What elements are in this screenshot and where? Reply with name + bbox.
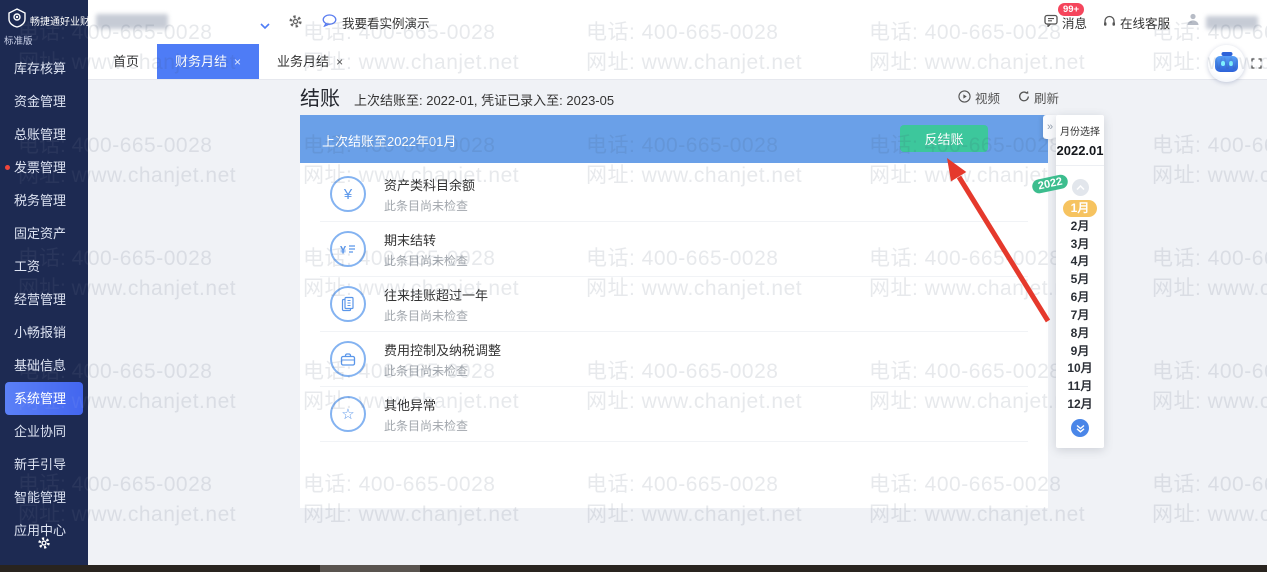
notification-dot (5, 165, 10, 170)
collapse-panel-chevron-icon[interactable]: » (1043, 115, 1057, 139)
app-window: 畅捷通好业财 标准版 库存核算 资金管理 总账管理 发票管理 税务管理 固定资产… (0, 0, 1267, 572)
check-item-expense-tax-adjustment[interactable]: 费用控制及纳税调整 此条目尚未检查 (320, 332, 1028, 387)
month-item-jul[interactable]: 7月 (1063, 307, 1097, 324)
demo-speech-icon (322, 14, 337, 30)
check-item-asset-balance[interactable]: ¥ 资产类科目余额 此条目尚未检查 (320, 167, 1028, 222)
month-selector-panel: 月份选择 2022.01 1月 2月 3月 4月 5月 6月 7月 8月 9月 … (1056, 115, 1104, 448)
sidebar-item-basic-information[interactable]: 基础信息 (0, 349, 88, 382)
check-item-other-anomalies[interactable]: ☆ 其他异常 此条目尚未检查 (320, 387, 1028, 442)
video-button[interactable]: 视频 (958, 88, 1000, 107)
tabbar: 首页 财务月结 × 业务月结 × (88, 44, 1267, 82)
briefcase-icon (330, 341, 366, 377)
month-item-sep[interactable]: 9月 (1063, 343, 1097, 360)
month-item-jan[interactable]: 1月 (1063, 200, 1097, 217)
close-tab-icon[interactable]: × (336, 55, 343, 69)
sidebar-menu: 库存核算 资金管理 总账管理 发票管理 税务管理 固定资产 工资 经营管理 小畅… (0, 52, 88, 547)
month-list: 1月 2月 3月 4月 5月 6月 7月 8月 9月 10月 11月 12月 (1056, 200, 1104, 413)
period-end-transfer-icon: ¥ (330, 231, 366, 267)
yen-circle-icon: ¥ (330, 176, 366, 212)
sidebar-item-invoice-management[interactable]: 发票管理 (0, 151, 88, 184)
demo-link[interactable]: 我要看实例演示 (322, 0, 430, 44)
page-subtitle: 上次结账至: 2022-01, 凭证已录入至: 2023-05 (354, 93, 615, 108)
page-actions: 视频 刷新 (958, 88, 1059, 107)
reverse-closing-button[interactable]: 反结账 (900, 125, 988, 152)
month-item-jun[interactable]: 6月 (1063, 289, 1097, 306)
sidebar-item-fixed-assets[interactable]: 固定资产 (0, 217, 88, 250)
tab-business-monthly-close[interactable]: 业务月结 × (259, 44, 361, 79)
online-support-button[interactable]: 在线客服 (1103, 13, 1170, 32)
refresh-icon (1018, 90, 1030, 105)
refresh-button[interactable]: 刷新 (1018, 88, 1059, 107)
page-title: 结账 (300, 88, 340, 110)
fullscreen-icon[interactable] (1251, 56, 1262, 74)
sidebar-item-general-ledger[interactable]: 总账管理 (0, 118, 88, 151)
sidebar-item-smart-management[interactable]: 智能管理 (0, 481, 88, 514)
main-content: 结账 上次结账至: 2022-01, 凭证已录入至: 2023-05 视频 刷新… (88, 79, 1267, 565)
robot-face-icon (1215, 55, 1238, 72)
sidebar-item-expense-reimbursement[interactable]: 小畅报销 (0, 316, 88, 349)
month-item-nov[interactable]: 11月 (1063, 378, 1097, 395)
sidebar-item-system-management[interactable]: 系统管理 (5, 382, 83, 415)
messages-count-badge: 99+ (1057, 2, 1085, 16)
username-blurred (1206, 15, 1258, 29)
tab-home[interactable]: 首页 (95, 44, 157, 79)
month-item-mar[interactable]: 3月 (1063, 236, 1097, 253)
taskbar-strip (0, 565, 1267, 572)
star-icon: ☆ (330, 396, 366, 432)
company-name-blurred[interactable] (96, 14, 168, 29)
document-icon (330, 286, 366, 322)
sidebar-item-enterprise-collaboration[interactable]: 企业协同 (0, 415, 88, 448)
check-item-overdue-accounts[interactable]: 往来挂账超过一年 此条目尚未检查 (320, 277, 1028, 332)
month-item-dec[interactable]: 12月 (1063, 396, 1097, 413)
assistant-robot-avatar[interactable] (1208, 45, 1245, 82)
month-item-apr[interactable]: 4月 (1063, 253, 1097, 270)
messages-button[interactable]: 消息 99+ (1044, 2, 1087, 32)
closing-card: 上次结账至2022年01月 反结账 ¥ 资产类科目余额 此条目尚未检查 ¥ 期末结… (300, 115, 1048, 508)
scroll-up-chevron-icon[interactable] (1071, 179, 1089, 196)
month-item-feb[interactable]: 2月 (1063, 218, 1097, 235)
topbar: 我要看实例演示 消息 99+ 在线客服 (88, 0, 1267, 44)
brand-logo-icon (7, 8, 27, 33)
sidebar-item-inventory-accounting[interactable]: 库存核算 (0, 52, 88, 85)
month-item-may[interactable]: 5月 (1063, 271, 1097, 288)
month-panel-title: 月份选择 (1060, 127, 1100, 138)
sidebar-item-operations-management[interactable]: 经营管理 (0, 283, 88, 316)
user-avatar-icon (1186, 13, 1200, 31)
month-item-oct[interactable]: 10月 (1063, 360, 1097, 377)
brand-logo: 畅捷通好业财 标准版 (0, 0, 88, 50)
sidebar-item-beginner-guide[interactable]: 新手引导 (0, 448, 88, 481)
month-item-aug[interactable]: 8月 (1063, 325, 1097, 342)
brand-edition: 标准版 (4, 36, 33, 47)
close-tab-icon[interactable]: × (234, 55, 241, 69)
chevron-down-icon[interactable] (260, 17, 270, 35)
brand-name: 畅捷通好业财 (30, 17, 88, 28)
video-play-icon (958, 89, 971, 106)
sidebar-settings-gear-icon[interactable] (37, 536, 51, 555)
open-tabs: 首页 财务月结 × 业务月结 × (88, 44, 1267, 79)
closing-checklist: ¥ 资产类科目余额 此条目尚未检查 ¥ 期末结转 此条目尚未检查 往来挂账超过一年此… (300, 167, 1048, 442)
check-item-period-end-transfer[interactable]: ¥ 期末结转 此条目尚未检查 (320, 222, 1028, 277)
topbar-right-cluster: 消息 99+ 在线客服 (1044, 0, 1258, 44)
closing-banner: 上次结账至2022年01月 反结账 (300, 115, 1048, 163)
message-icon (1044, 14, 1058, 30)
sidebar-item-tax-management[interactable]: 税务管理 (0, 184, 88, 217)
sidebar: 畅捷通好业财 标准版 库存核算 资金管理 总账管理 发票管理 税务管理 固定资产… (0, 0, 88, 565)
svg-text:¥: ¥ (340, 245, 347, 257)
user-account[interactable] (1186, 13, 1258, 31)
current-period: 2022.01 (1056, 143, 1104, 166)
settings-gear-icon[interactable] (288, 14, 303, 34)
sidebar-item-funds-management[interactable]: 资金管理 (0, 85, 88, 118)
banner-text: 上次结账至2022年01月 (322, 134, 457, 149)
tab-finance-monthly-close[interactable]: 财务月结 × (157, 44, 260, 79)
scroll-down-double-chevron-icon[interactable] (1071, 419, 1089, 437)
headset-icon (1103, 15, 1116, 30)
sidebar-item-payroll[interactable]: 工资 (0, 250, 88, 283)
